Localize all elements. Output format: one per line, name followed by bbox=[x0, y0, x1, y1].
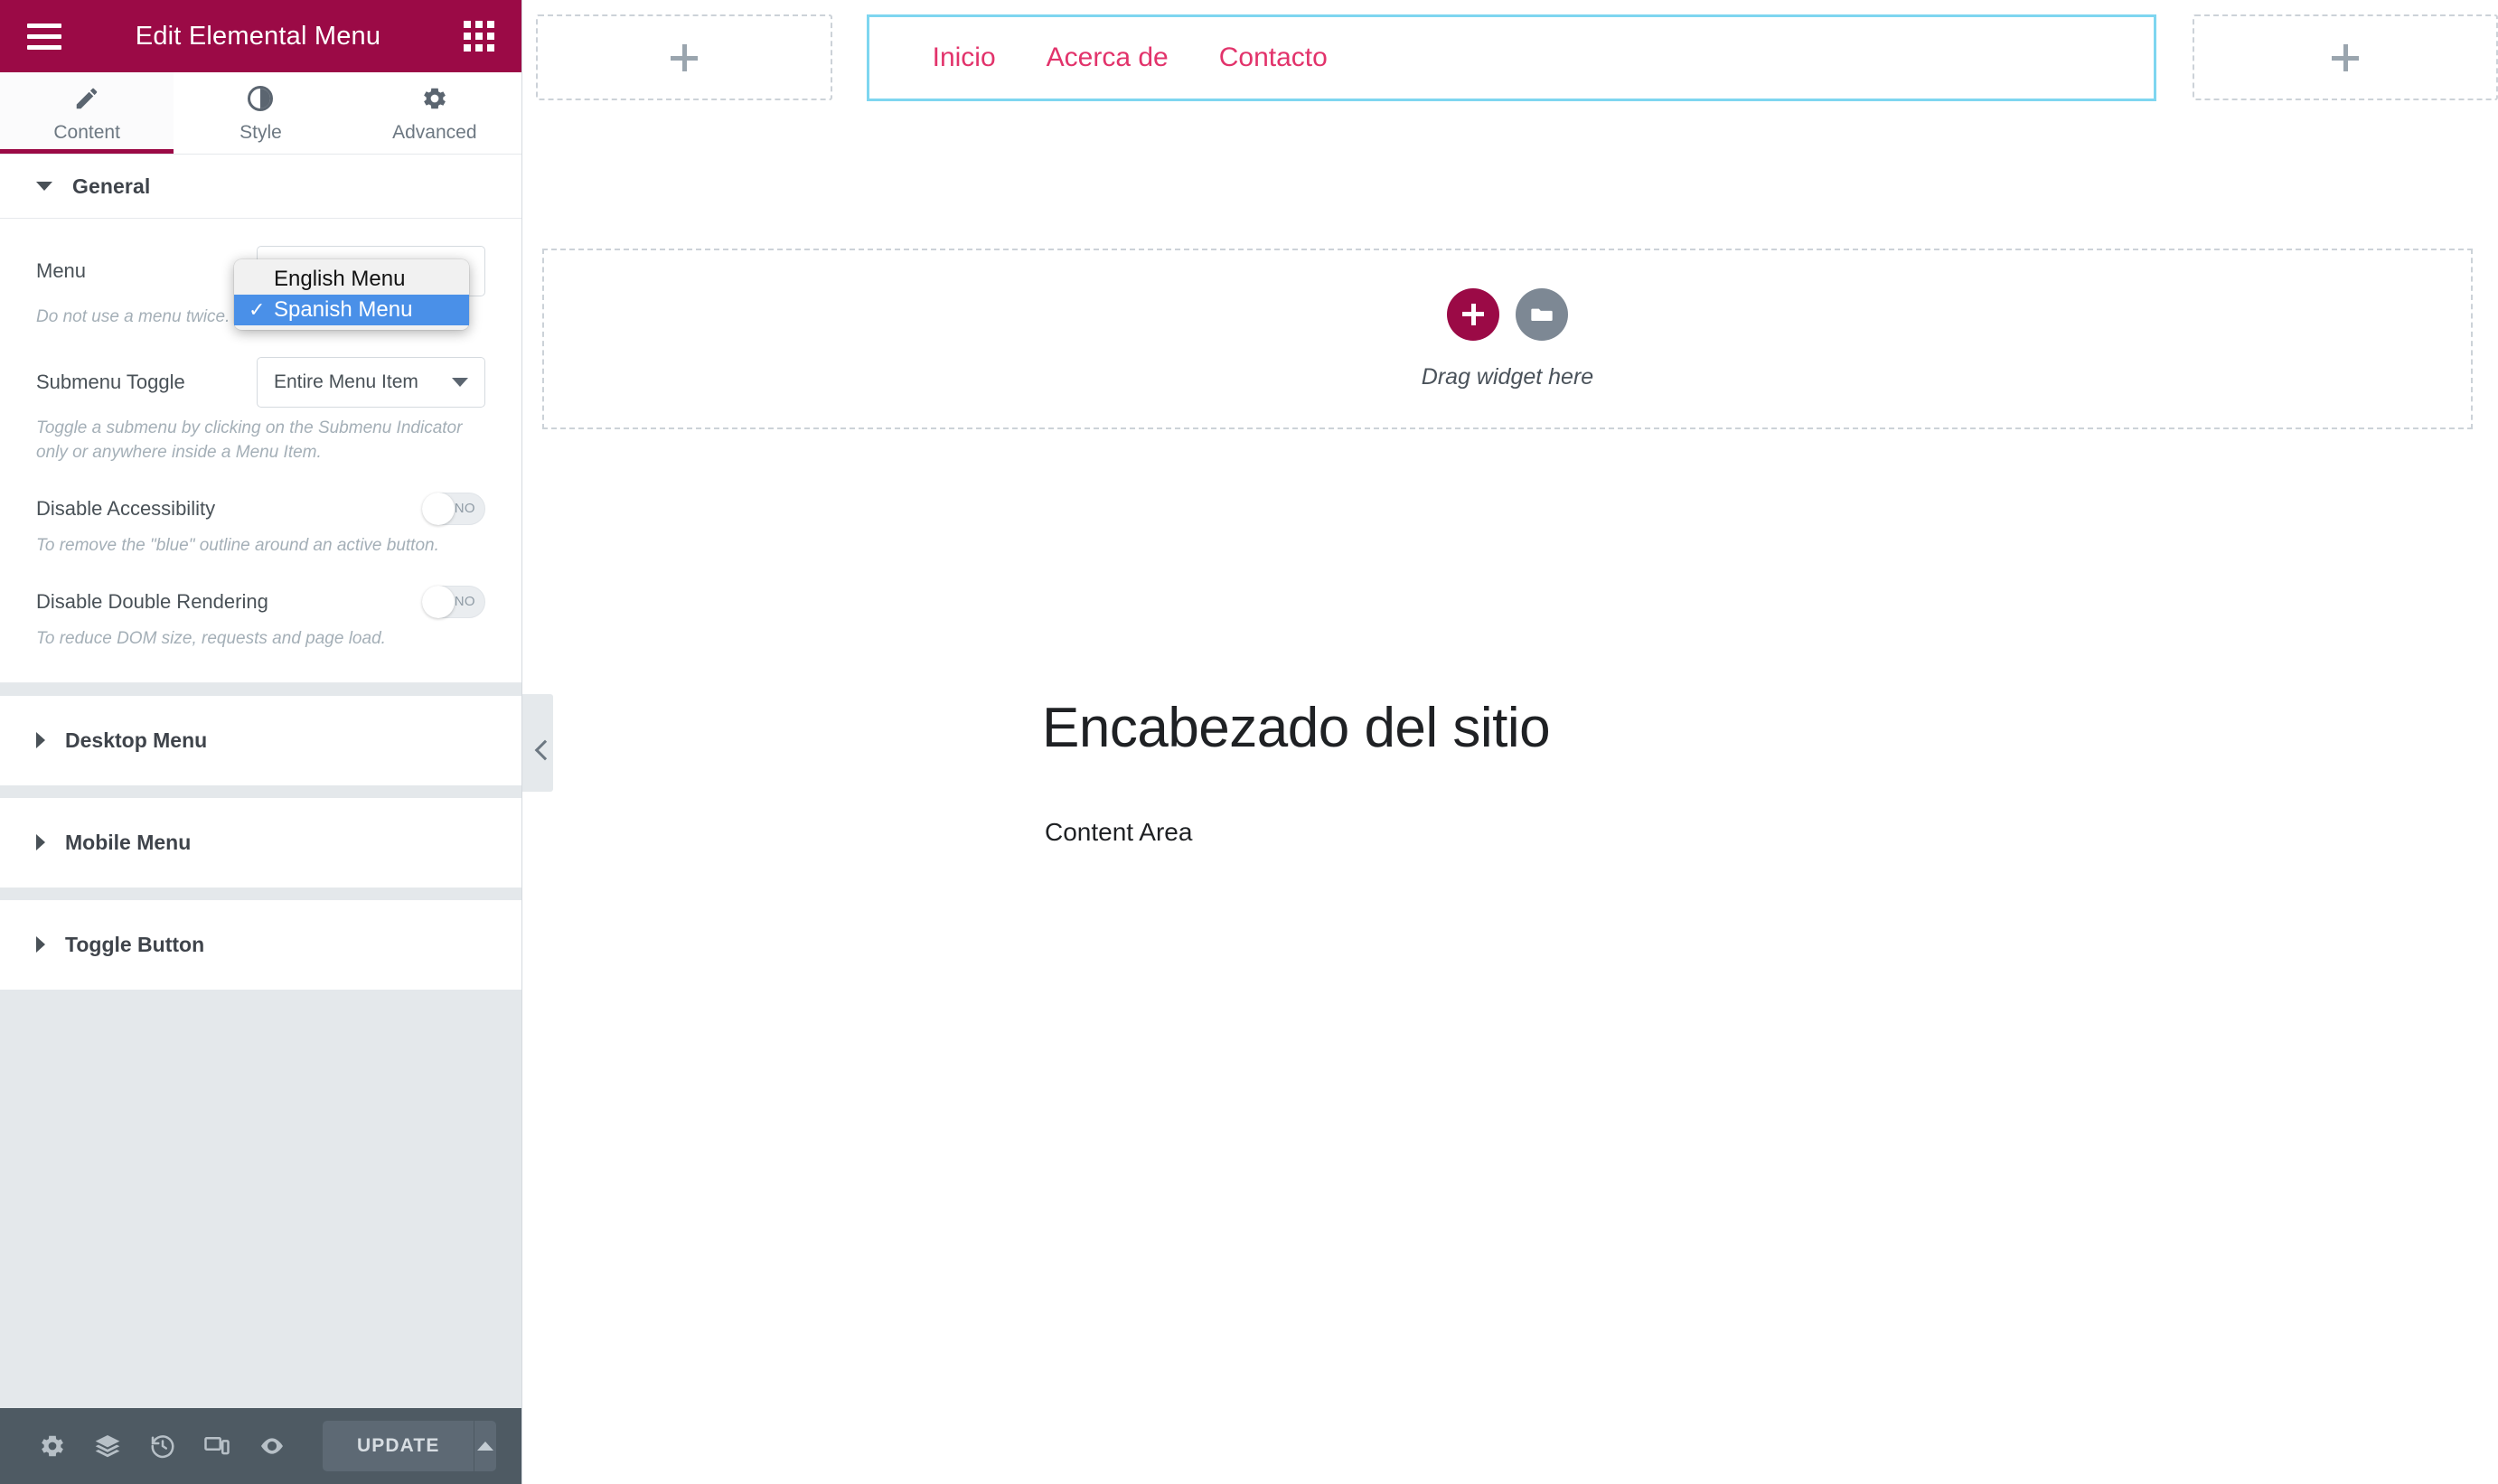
section-header-toggle-button[interactable]: Toggle Button bbox=[0, 899, 521, 990]
disable-accessibility-description: To remove the "blue" outline around an a… bbox=[36, 535, 439, 555]
nav-link-inicio[interactable]: Inicio bbox=[907, 42, 1021, 73]
submenu-toggle-select[interactable]: Entire Menu Item bbox=[257, 356, 485, 408]
nav-link-contacto[interactable]: Contacto bbox=[1194, 42, 1353, 73]
header-template-row: Inicio Acerca de Contacto bbox=[522, 0, 2498, 101]
chevron-right-icon bbox=[36, 834, 45, 851]
responsive-mode-icon[interactable] bbox=[190, 1408, 245, 1484]
history-revisions-icon[interactable] bbox=[135, 1408, 190, 1484]
section-title-mobile-menu: Mobile Menu bbox=[65, 830, 192, 854]
plus-icon bbox=[2332, 43, 2360, 71]
layers-navigator-icon[interactable] bbox=[80, 1408, 136, 1484]
panel-header: Edit Elemental Menu bbox=[0, 0, 521, 72]
control-row-disable-double-rendering: Disable Double Rendering NO bbox=[36, 559, 485, 618]
open-template-library-button[interactable] bbox=[1516, 287, 1568, 341]
disable-accessibility-label: Disable Accessibility bbox=[36, 496, 216, 520]
section-header-general[interactable]: General bbox=[0, 155, 521, 219]
section-divider bbox=[0, 784, 521, 798]
tab-advanced[interactable]: Advanced bbox=[347, 72, 521, 154]
section-header-desktop-menu[interactable]: Desktop Menu bbox=[0, 695, 521, 785]
contrast-icon bbox=[247, 83, 274, 114]
chevron-right-icon bbox=[36, 732, 45, 749]
add-widget-button[interactable] bbox=[1447, 287, 1499, 341]
control-row-submenu-toggle: Submenu Toggle Entire Menu Item bbox=[36, 330, 485, 408]
tab-style[interactable]: Style bbox=[174, 72, 348, 154]
panel-empty-space bbox=[0, 998, 521, 1408]
tab-advanced-label: Advanced bbox=[392, 121, 477, 143]
page-title: Edit Elemental Menu bbox=[135, 21, 381, 51]
disable-double-rendering-switch[interactable]: NO bbox=[422, 585, 485, 618]
dropdown-option-label: English Menu bbox=[274, 267, 406, 291]
section-header-mobile-menu[interactable]: Mobile Menu bbox=[0, 797, 521, 888]
panel-collapse-handle[interactable] bbox=[522, 694, 553, 792]
section-divider bbox=[0, 887, 521, 900]
tab-content-label: Content bbox=[53, 121, 120, 143]
add-section-right-button[interactable] bbox=[2193, 14, 2498, 100]
folder-icon bbox=[1531, 308, 1553, 321]
panel-tabs: Content Style Advanced bbox=[0, 72, 521, 155]
panel-footer: UPDATE bbox=[0, 1408, 521, 1484]
settings-gear-icon[interactable] bbox=[25, 1408, 80, 1484]
disable-double-rendering-switch-value: NO bbox=[454, 594, 475, 610]
section-title-toggle-button: Toggle Button bbox=[65, 932, 205, 956]
pencil-icon bbox=[73, 83, 100, 114]
site-heading: Encabezado del sitio bbox=[1042, 697, 1551, 759]
elementor-editor-screen: Edit Elemental Menu Content Style Advanc… bbox=[0, 0, 2498, 1484]
menu-label: Menu bbox=[36, 259, 87, 282]
update-options-button[interactable] bbox=[474, 1421, 497, 1471]
gear-icon bbox=[421, 83, 448, 114]
update-button[interactable]: UPDATE bbox=[323, 1421, 474, 1471]
add-section-left-button[interactable] bbox=[536, 14, 832, 100]
disable-accessibility-switch-value: NO bbox=[454, 501, 475, 517]
menu-select-dropdown[interactable]: English Menu ✓ Spanish Menu bbox=[234, 259, 469, 330]
editor-panel: Edit Elemental Menu Content Style Advanc… bbox=[0, 0, 522, 1484]
submenu-toggle-value: Entire Menu Item bbox=[274, 371, 418, 392]
nav-menu-widget[interactable]: Inicio Acerca de Contacto bbox=[866, 14, 2157, 101]
nav-link-acerca-de[interactable]: Acerca de bbox=[1021, 42, 1194, 73]
grid-apps-icon[interactable] bbox=[464, 21, 494, 52]
disable-double-rendering-label: Disable Double Rendering bbox=[36, 589, 268, 613]
chevron-up-icon bbox=[477, 1442, 494, 1451]
preview-canvas: Inicio Acerca de Contacto Drag widget he bbox=[522, 0, 2498, 1484]
tab-style-label: Style bbox=[239, 121, 282, 143]
switch-knob bbox=[422, 492, 455, 525]
dropzone-label: Drag widget here bbox=[1421, 363, 1594, 390]
dropdown-option-english-menu[interactable]: English Menu bbox=[234, 264, 469, 295]
plus-icon bbox=[670, 43, 698, 71]
panel-body: General Menu Spanish Menu Do not use a m… bbox=[0, 155, 521, 1408]
widget-dropzone[interactable]: Drag widget here bbox=[542, 249, 2473, 429]
section-divider bbox=[0, 682, 521, 696]
plus-icon bbox=[1462, 303, 1484, 325]
disable-accessibility-switch[interactable]: NO bbox=[422, 492, 485, 525]
checkmark-icon: ✓ bbox=[249, 298, 266, 321]
switch-knob bbox=[422, 585, 455, 618]
control-row-disable-accessibility: Disable Accessibility NO bbox=[36, 465, 485, 525]
content-area-label: Content Area bbox=[1045, 818, 1193, 846]
dropdown-option-label: Spanish Menu bbox=[274, 297, 413, 322]
section-title-desktop-menu: Desktop Menu bbox=[65, 728, 208, 752]
dropdown-option-spanish-menu[interactable]: ✓ Spanish Menu bbox=[234, 295, 469, 325]
submenu-toggle-label: Submenu Toggle bbox=[36, 370, 185, 393]
chevron-down-icon bbox=[36, 182, 52, 191]
update-button-group: UPDATE bbox=[323, 1421, 497, 1471]
section-title-general: General bbox=[72, 174, 151, 198]
disable-double-rendering-description: To reduce DOM size, requests and page lo… bbox=[36, 628, 386, 648]
dropzone-buttons bbox=[1447, 287, 1568, 341]
preview-eye-icon[interactable] bbox=[244, 1408, 299, 1484]
section-divider bbox=[0, 989, 521, 999]
chevron-right-icon bbox=[36, 936, 45, 953]
submenu-toggle-description: Toggle a submenu by clicking on the Subm… bbox=[36, 418, 463, 462]
chevron-down-icon bbox=[452, 377, 468, 387]
tab-content[interactable]: Content bbox=[0, 72, 174, 154]
